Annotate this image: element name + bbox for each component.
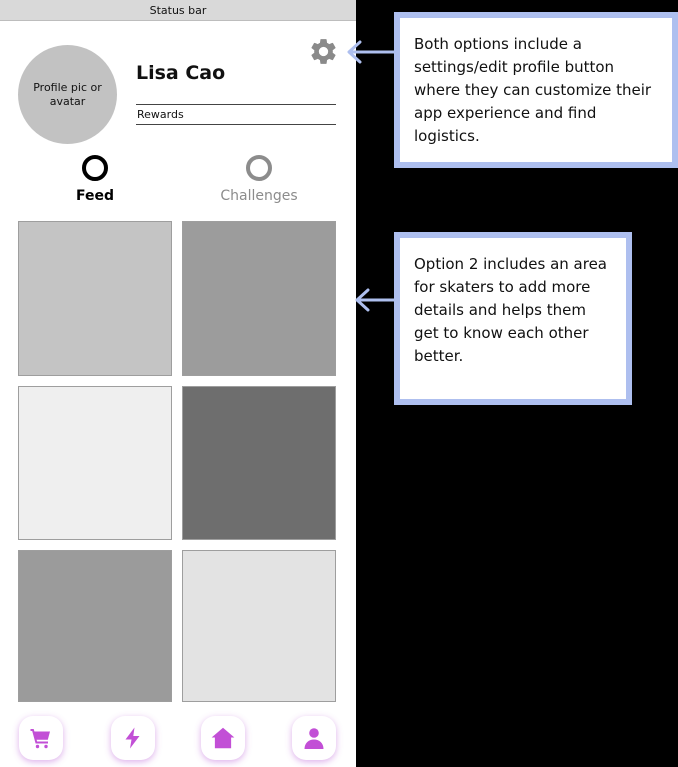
avatar-label: Profile pic or avatar <box>33 80 102 108</box>
status-bar: Status bar <box>0 0 356 21</box>
tab-challenges[interactable]: Challenges <box>199 155 319 204</box>
callout-details: Option 2 includes an area for skaters to… <box>394 232 632 405</box>
callout-details-text: Option 2 includes an area for skaters to… <box>414 255 607 365</box>
feed-tab-icon <box>82 155 108 181</box>
avatar[interactable]: Profile pic or avatar <box>18 45 117 144</box>
profile-icon <box>304 728 324 749</box>
feed-tile[interactable] <box>18 550 172 702</box>
feed-tile[interactable] <box>182 550 336 702</box>
gear-icon[interactable] <box>308 36 339 67</box>
nav-activity-button[interactable] <box>111 716 155 760</box>
feed-tile[interactable] <box>182 221 336 376</box>
cart-icon <box>30 729 50 749</box>
callout-arrow-settings <box>347 40 402 64</box>
nav-profile-button[interactable] <box>292 716 336 760</box>
tab-challenges-label: Challenges <box>220 188 298 204</box>
rewards-divider <box>136 124 336 125</box>
rewards-label[interactable]: Rewards <box>137 108 184 121</box>
lightning-icon <box>125 727 140 749</box>
nav-shop-button[interactable] <box>19 716 63 760</box>
feed-tile[interactable] <box>182 386 336 540</box>
challenges-tab-icon <box>246 155 272 181</box>
feed-tile[interactable] <box>18 221 172 376</box>
profile-name: Lisa Cao <box>136 62 226 84</box>
phone-screen: Status bar Profile pic or avatar Lisa Ca… <box>0 0 356 767</box>
home-icon <box>211 727 235 749</box>
callout-settings-text: Both options include a settings/edit pro… <box>414 35 652 145</box>
bottom-nav <box>0 712 356 767</box>
feed-tile[interactable] <box>18 386 172 540</box>
name-divider <box>136 104 336 105</box>
nav-home-button[interactable] <box>201 716 245 760</box>
tab-feed-label: Feed <box>75 188 114 204</box>
tab-feed[interactable]: Feed <box>35 155 155 204</box>
callout-settings: Both options include a settings/edit pro… <box>394 12 678 168</box>
